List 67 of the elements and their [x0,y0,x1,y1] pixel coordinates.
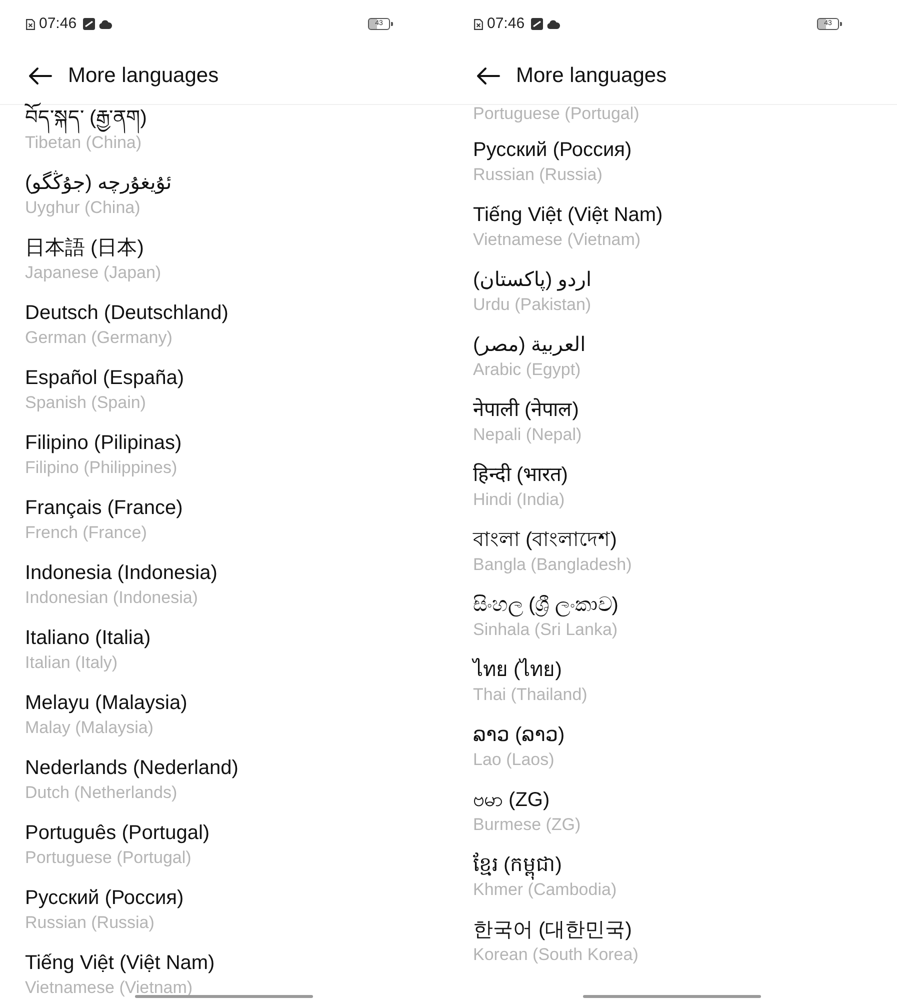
language-name[interactable]: Indonesia (Indonesia) [25,560,218,586]
language-translation: Vietnamese (Vietnam) [25,977,193,999]
language-translation: Dutch (Netherlands) [25,782,178,804]
language-translation: Portuguese (Portugal) [473,105,640,122]
status-time: 07:46 [39,15,77,33]
language-translation: Japanese (Japan) [25,262,162,284]
language-name[interactable]: Tiếng Việt (Việt Nam) [25,950,215,976]
sim-card-x-icon [474,18,483,30]
language-name[interactable]: 한국어 (대한민국) [473,917,632,943]
back-arrow-icon [476,67,500,85]
language-name[interactable]: नेपाली (नेपाल) [473,397,579,423]
cloud-icon [98,20,112,28]
language-name[interactable]: Italiano (Italia) [25,625,151,651]
language-translation: Thai (Thailand) [473,684,588,706]
language-name[interactable]: Tiếng Việt (Việt Nam) [473,202,663,228]
language-name[interactable]: Melayu (Malaysia) [25,690,188,716]
back-arrow-icon [28,67,52,85]
language-name[interactable]: Nederlands (Nederland) [25,755,238,781]
status-time: 07:46 [487,15,525,33]
language-name[interactable]: ဗမာ (ZG) [473,787,550,813]
language-name[interactable]: ខ្មែរ (កម្ពុជា) [473,852,562,878]
page-title: More languages [68,63,219,89]
language-name[interactable]: বাংলা (বাংলাদেশ) [473,527,617,553]
language-translation: Indonesian (Indonesia) [25,587,198,609]
language-name[interactable]: ไทย (ไทย) [473,657,562,683]
language-name[interactable]: සිංහල (ශ්‍රී ලංකාව) [473,592,618,618]
language-translation: Vietnamese (Vietnam) [473,229,641,251]
language-translation: Russian (Russia) [25,912,154,934]
language-name[interactable]: Português (Portugal) [25,820,210,846]
language-translation: Burmese (ZG) [473,814,581,836]
language-translation: Portuguese (Portugal) [25,847,192,869]
language-translation: German (Germany) [25,327,172,349]
language-name[interactable]: हिन्दी (भारत) [473,462,568,488]
language-name[interactable]: ئۇيغۇرچە (جۇڭگو) [25,170,172,196]
language-name[interactable]: اردو (پاکستان) [473,267,592,293]
language-translation: Nepali (Nepal) [473,424,582,446]
language-translation: Bangla (Bangladesh) [473,554,632,576]
sim-card-x-icon [26,18,35,30]
language-translation: Korean (South Korea) [473,944,638,966]
language-name[interactable]: Español (España) [25,365,184,391]
language-name[interactable]: ລາວ (ລາວ) [473,722,565,748]
language-name[interactable]: Français (France) [25,495,183,521]
language-translation: Filipino (Philippines) [25,457,178,479]
language-translation: Malay (Malaysia) [25,717,154,739]
cloud-icon [546,20,560,28]
language-translation: Spanish (Spain) [25,392,146,414]
language-name[interactable]: Русский (Россия) [473,137,632,163]
language-translation: Arabic (Egypt) [473,359,581,381]
language-translation: Urdu (Pakistan) [473,294,592,316]
language-translation: Hindi (India) [473,489,565,511]
language-translation: Italian (Italy) [25,652,118,674]
language-translation: Sinhala (Sri Lanka) [473,619,618,641]
language-translation: Russian (Russia) [473,164,602,186]
language-name[interactable]: Русский (Россия) [25,885,184,911]
page-title: More languages [516,63,667,89]
image-square-icon [530,18,543,30]
language-name[interactable]: العربية (مصر) [473,332,586,358]
language-translation: Lao (Laos) [473,749,554,771]
language-translation: Khmer (Cambodia) [473,880,617,901]
language-translation: Uyghur (China) [25,197,140,219]
image-square-icon [82,18,95,30]
language-name[interactable]: Filipino (Pilipinas) [25,430,182,456]
language-name[interactable]: Deutsch (Deutschland) [25,300,228,326]
language-name[interactable]: 日本語 (日本) [25,235,144,261]
language-translation: Tibetan (China) [25,133,142,154]
language-translation: French (France) [25,522,147,544]
language-name[interactable]: བོད་སྐད་ (རྒྱ་ནག) [25,105,147,131]
